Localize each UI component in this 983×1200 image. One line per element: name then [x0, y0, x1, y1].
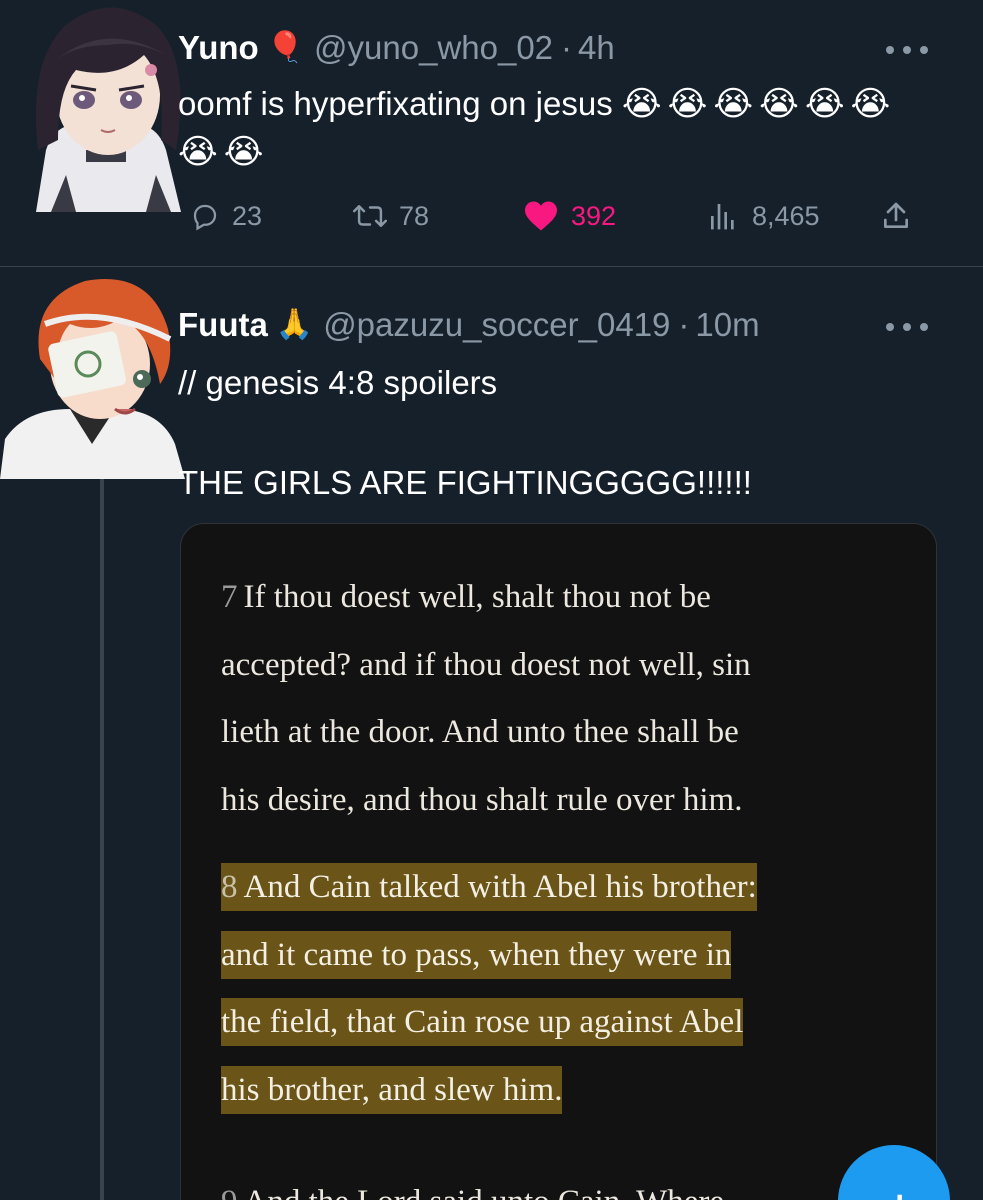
verse-line: lieth at the door. And unto thee shall b… [221, 714, 739, 750]
verse-9: 9And the Lord said unto Cain, Where [221, 1169, 901, 1200]
avatar[interactable] [0, 269, 185, 479]
verse-7: 7 If thou doest well, shalt thou not be a… [221, 564, 901, 834]
heart-icon [525, 201, 557, 231]
verse-line: 8 And Cain talked with Abel his brother: [221, 854, 901, 922]
verse-number: 9 [221, 1184, 238, 1200]
balloon-emoji-icon: 🎈 [266, 31, 305, 64]
view-count: 8,465 [752, 200, 820, 231]
username[interactable]: @yuno_who_02 [314, 28, 553, 68]
verse-line: accepted? and if thou doest not well, si… [221, 646, 751, 683]
tweet[interactable]: Yuno 🎈 @yuno_who_02 · 4h oomf is hyperfi… [0, 0, 983, 266]
display-name[interactable]: Yuno [178, 28, 259, 68]
tweet-text-line-1: // genesis 4:8 spoilers [178, 364, 498, 401]
avatar[interactable] [16, 0, 196, 212]
verse-line: his brother, and slew him. [221, 1057, 901, 1125]
anime-girl-avatar-icon [16, 0, 196, 212]
verse-line: the field, that Cain rose up against Abe… [221, 989, 901, 1057]
reply-icon [193, 204, 217, 231]
verse-line: his desire, and thou shalt rule over him… [221, 781, 743, 818]
share-icon [884, 202, 908, 228]
verse-line: 9And the Lord said unto Cain, Where [221, 1169, 901, 1200]
anime-boy-avatar-icon [0, 269, 185, 479]
more-options-icon[interactable] [886, 317, 928, 337]
reply-button[interactable]: 23 [190, 193, 262, 239]
folded-hands-emoji-icon: 🙏 [275, 308, 314, 341]
retweet-button[interactable]: 78 [353, 193, 429, 239]
username[interactable]: @pazuzu_soccer_0419 [323, 305, 670, 345]
like-button[interactable]: 392 [523, 193, 616, 239]
timestamp[interactable]: 10m [695, 305, 759, 345]
views-icon [711, 204, 734, 230]
verse-number: 7 [221, 579, 238, 615]
share-button[interactable] [880, 193, 924, 239]
tweet-actions: 23 78 392 8,465 [190, 193, 950, 239]
tweet-header: Fuuta 🙏 @pazuzu_soccer_0419 · 10m [178, 305, 760, 345]
retweet-icon [353, 205, 387, 227]
views-button[interactable]: 8,465 [706, 193, 820, 239]
reply-count: 23 [232, 200, 263, 231]
verse-line: 7 If thou doest well, shalt thou not be [221, 579, 711, 615]
attached-image[interactable]: 7 If thou doest well, shalt thou not be a… [180, 523, 937, 1200]
tweet-header: Yuno 🎈 @yuno_who_02 · 4h [178, 28, 615, 68]
tweet[interactable]: Fuuta 🙏 @pazuzu_soccer_0419 · 10m // gen… [0, 267, 983, 1200]
separator: · [678, 306, 690, 343]
timeline: Yuno 🎈 @yuno_who_02 · 4h oomf is hyperfi… [0, 0, 983, 1200]
display-name[interactable]: Fuuta [178, 305, 268, 345]
like-count: 392 [571, 200, 617, 231]
tweet-text: oomf is hyperfixating on jesus 😭😭😭😭😭😭😭😭 [178, 80, 938, 176]
retweet-count: 78 [399, 200, 430, 231]
more-options-icon[interactable] [886, 40, 928, 60]
verse-number: 8 [221, 869, 238, 905]
tweet-text-content: oomf is hyperfixating on jesus [178, 85, 613, 122]
tweet-text-line-2: THE GIRLS ARE FIGHTINGGGGG!!!!!! [178, 464, 752, 501]
verse-line: and it came to pass, when they were in [221, 922, 901, 990]
thread-line [100, 479, 104, 1200]
separator: · [561, 29, 573, 66]
compose-plus-icon: + [888, 1183, 911, 1200]
verse-8-highlighted: 8 And Cain talked with Abel his brother: … [221, 854, 901, 1124]
timestamp[interactable]: 4h [578, 28, 615, 68]
